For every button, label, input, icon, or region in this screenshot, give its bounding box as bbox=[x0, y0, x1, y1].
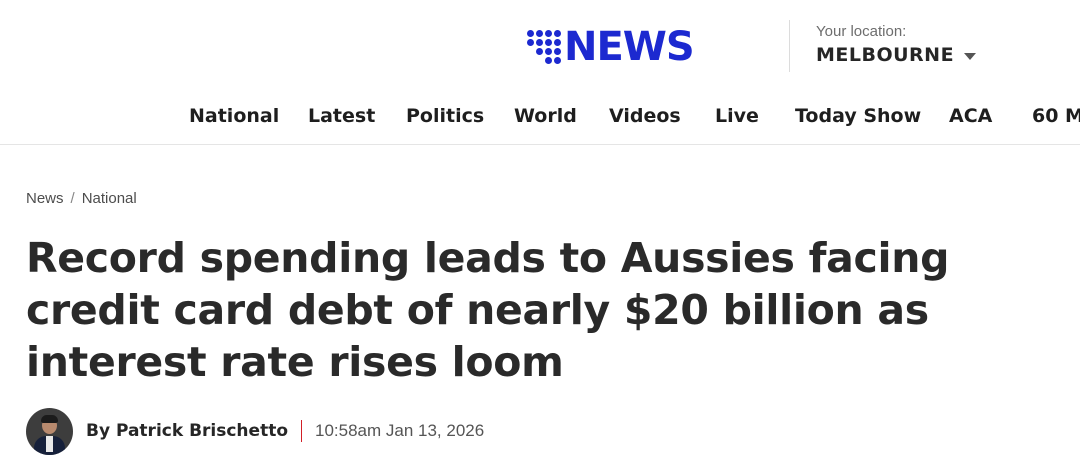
nav-item-world[interactable]: World bbox=[514, 100, 577, 132]
nine-news-logo[interactable]: NEWS bbox=[527, 24, 695, 70]
breadcrumb-national[interactable]: National bbox=[82, 190, 137, 207]
location-value: MELBOURNE bbox=[816, 44, 955, 66]
location-label: Your location: bbox=[816, 23, 907, 40]
byline-divider bbox=[301, 420, 302, 442]
nav-item-today-show[interactable]: Today Show bbox=[795, 100, 921, 132]
nine-dots-icon bbox=[527, 30, 561, 64]
logo-wordmark: NEWS bbox=[564, 24, 695, 70]
nav-item-national[interactable]: National bbox=[189, 100, 279, 132]
primary-nav: National Latest Politics World Videos Li… bbox=[0, 100, 1080, 132]
site-header: NEWS Your location: MELBOURNE National L… bbox=[0, 0, 1080, 145]
nav-item-aca[interactable]: ACA bbox=[949, 100, 992, 132]
location-selector[interactable]: MELBOURNE bbox=[816, 44, 977, 66]
breadcrumb: News / National bbox=[26, 190, 137, 207]
author-avatar[interactable] bbox=[26, 407, 73, 455]
article-byline: By Patrick Brischetto 10:58am Jan 13, 20… bbox=[26, 407, 484, 455]
nav-item-videos[interactable]: Videos bbox=[609, 100, 681, 132]
nav-item-latest[interactable]: Latest bbox=[308, 100, 375, 132]
article-headline: Record spending leads to Aussies facing … bbox=[26, 234, 950, 386]
breadcrumb-news[interactable]: News bbox=[26, 190, 64, 207]
nav-item-60-minutes[interactable]: 60 M bbox=[1032, 100, 1080, 132]
publish-timestamp: 10:58am Jan 13, 2026 bbox=[315, 421, 485, 440]
nav-item-politics[interactable]: Politics bbox=[406, 100, 484, 132]
chevron-down-icon bbox=[964, 53, 977, 60]
header-divider bbox=[789, 20, 790, 72]
author-name[interactable]: By Patrick Brischetto bbox=[86, 421, 288, 441]
nav-item-live[interactable]: Live bbox=[715, 100, 759, 132]
breadcrumb-separator: / bbox=[70, 190, 75, 207]
